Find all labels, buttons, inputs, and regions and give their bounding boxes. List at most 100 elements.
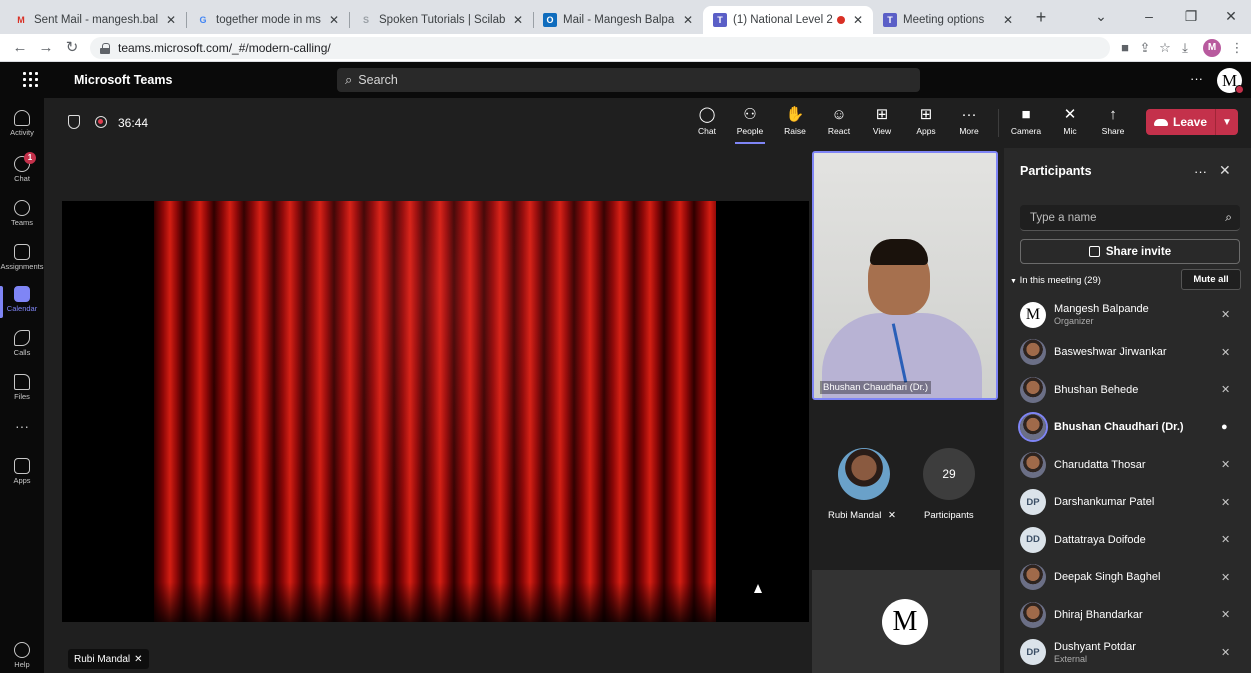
main-video-tile[interactable] bbox=[62, 201, 809, 622]
rail-item-calls[interactable]: Calls bbox=[0, 324, 44, 372]
mic-off-icon[interactable]: ✕ bbox=[1221, 608, 1230, 621]
more-options-icon[interactable]: ··· bbox=[1194, 164, 1207, 179]
browser-tab-teams-meeting[interactable]: T (1) National Level 2 week ✕ bbox=[703, 6, 873, 34]
raise-hand-button[interactable]: ✋ Raise bbox=[778, 106, 812, 136]
browser-tab-scilab[interactable]: S Spoken Tutorials | Scilab.in ✕ bbox=[349, 6, 533, 34]
mic-off-icon: ✕ bbox=[887, 510, 896, 521]
recording-indicator-icon bbox=[837, 16, 845, 24]
leave-main[interactable]: Leave bbox=[1146, 115, 1215, 129]
raise-label: Raise bbox=[784, 126, 806, 136]
in-meeting-section-toggle[interactable]: ▼ In this meeting (29) bbox=[1010, 275, 1101, 286]
close-icon[interactable]: ✕ bbox=[511, 13, 525, 27]
participant-row[interactable]: Charudatta Thosar ✕ bbox=[1004, 446, 1251, 484]
react-button[interactable]: ☺ React bbox=[822, 106, 856, 136]
tab-title: (1) National Level 2 week bbox=[733, 14, 833, 26]
rail-item-files[interactable]: Files bbox=[0, 368, 44, 416]
participant-row[interactable]: M Mangesh Balpande Organizer ✕ bbox=[1004, 296, 1251, 334]
mic-off-icon[interactable]: ✕ bbox=[1221, 496, 1230, 509]
close-icon[interactable]: ✕ bbox=[681, 13, 695, 27]
app-launcher-icon[interactable] bbox=[22, 71, 40, 89]
close-icon[interactable]: ✕ bbox=[164, 13, 178, 27]
mic-off-icon[interactable]: ✕ bbox=[1221, 308, 1230, 321]
share-page-icon[interactable]: ⇪ bbox=[1136, 39, 1154, 57]
mic-on-icon[interactable]: ● bbox=[1221, 421, 1228, 433]
close-icon[interactable]: ✕ bbox=[327, 13, 341, 27]
app-title: Microsoft Teams bbox=[74, 73, 173, 87]
browser-tab-meeting-options[interactable]: T Meeting options ✕ bbox=[873, 6, 1023, 34]
more-apps-icon[interactable]: ··· bbox=[0, 418, 44, 434]
participant-row[interactable]: Bhushan Behede ✕ bbox=[1004, 371, 1251, 409]
browser-tab-outlook[interactable]: O Mail - Mangesh Balpande - O ✕ bbox=[533, 6, 703, 34]
lock-icon bbox=[100, 42, 110, 54]
url-omnibox[interactable]: teams.microsoft.com/_#/modern-calling/ bbox=[90, 37, 1110, 59]
browser-tab-gmail[interactable]: M Sent Mail - mangesh.balpande ✕ bbox=[4, 6, 186, 34]
share-invite-icon bbox=[1088, 246, 1100, 257]
assignments-icon bbox=[14, 244, 30, 260]
camera-button[interactable]: ■ Camera bbox=[1009, 106, 1043, 136]
pinned-video-tile[interactable]: Bhushan Chaudhari (Dr.) bbox=[812, 151, 998, 400]
leave-button[interactable]: Leave ▼ bbox=[1146, 109, 1238, 135]
participant-row[interactable]: DD Dattatraya Doifode ✕ bbox=[1004, 521, 1251, 559]
browser-profile-avatar[interactable]: M bbox=[1203, 39, 1221, 57]
teams-search-input[interactable]: ⌕ Search bbox=[337, 68, 920, 92]
mouse-cursor-icon bbox=[754, 584, 762, 593]
participant-row[interactable]: Dhiraj Bhandarkar ✕ bbox=[1004, 596, 1251, 634]
chevron-down-icon[interactable]: ▼ bbox=[1216, 117, 1238, 128]
tab-search-icon[interactable]: ⌄ bbox=[1084, 5, 1118, 27]
participant-search-input[interactable] bbox=[1030, 211, 1226, 224]
browser-tab-google[interactable]: G together mode in ms teams - ✕ bbox=[186, 6, 349, 34]
mic-off-icon[interactable]: ✕ bbox=[1221, 571, 1230, 584]
participants-panel: Participants ··· ✕ ⌕ Share invite ▼ In t… bbox=[1004, 148, 1251, 673]
main-speaker-name-tag: Rubi Mandal ✕ bbox=[68, 649, 149, 669]
rail-label: Files bbox=[14, 392, 30, 401]
rail-item-activity[interactable]: Activity bbox=[0, 104, 44, 152]
rail-item-apps[interactable]: Apps bbox=[0, 452, 44, 500]
restore-icon[interactable]: ❐ bbox=[1174, 5, 1208, 27]
mic-off-icon[interactable]: ✕ bbox=[1221, 533, 1230, 546]
rail-item-calendar[interactable]: Calendar bbox=[0, 280, 44, 328]
reload-icon[interactable]: ↻ bbox=[62, 38, 82, 58]
more-button[interactable]: ··· More bbox=[952, 106, 986, 136]
view-button[interactable]: ⊞ View bbox=[865, 106, 899, 136]
user-avatar[interactable]: M bbox=[1217, 68, 1244, 94]
participant-row[interactable]: DP Darshankumar Patel ✕ bbox=[1004, 484, 1251, 522]
more-options-icon[interactable]: ··· bbox=[1190, 71, 1203, 86]
mic-off-icon[interactable]: ✕ bbox=[1221, 646, 1230, 659]
mute-all-button[interactable]: Mute all bbox=[1181, 269, 1241, 290]
close-icon[interactable]: ✕ bbox=[1001, 13, 1015, 27]
participant-search-field[interactable]: ⌕ bbox=[1020, 205, 1240, 231]
participant-row[interactable]: Basweshwar Jirwankar ✕ bbox=[1004, 334, 1251, 372]
mic-button[interactable]: ✕ Mic bbox=[1053, 106, 1087, 136]
rail-item-chat[interactable]: Chat 1 bbox=[0, 150, 44, 198]
rail-item-assignments[interactable]: Assignments bbox=[0, 238, 44, 286]
minimize-icon[interactable]: – bbox=[1132, 5, 1166, 27]
shield-icon[interactable] bbox=[68, 115, 80, 129]
participant-name: Deepak Singh Baghel bbox=[1054, 571, 1161, 584]
participant-row[interactable]: DP Dushyant Potdar External ✕ bbox=[1004, 634, 1251, 672]
close-icon[interactable]: ✕ bbox=[851, 13, 865, 27]
participant-count-bubble[interactable]: 29 bbox=[923, 448, 975, 500]
apps-button[interactable]: ⊞ Apps bbox=[909, 106, 943, 136]
window-close-icon[interactable]: ✕ bbox=[1214, 5, 1248, 27]
mic-off-icon[interactable]: ✕ bbox=[1221, 458, 1230, 471]
meeting-timer: 36:44 bbox=[118, 116, 149, 130]
participant-avatar-photo[interactable] bbox=[838, 448, 890, 500]
mic-off-icon[interactable]: ✕ bbox=[1221, 383, 1230, 396]
self-video-tile[interactable]: M bbox=[812, 570, 1000, 673]
close-icon[interactable]: ✕ bbox=[1219, 162, 1231, 179]
mic-off-icon[interactable]: ✕ bbox=[1221, 346, 1230, 359]
share-invite-button[interactable]: Share invite bbox=[1020, 239, 1240, 264]
chat-button[interactable]: ◯ Chat bbox=[690, 106, 724, 136]
browser-menu-icon[interactable]: ⋮ bbox=[1228, 39, 1246, 57]
share-button[interactable]: ↑ Share bbox=[1096, 106, 1130, 136]
rail-item-teams[interactable]: Teams bbox=[0, 194, 44, 242]
people-button[interactable]: ⚇ People bbox=[733, 106, 767, 144]
new-tab-button[interactable]: + bbox=[1030, 7, 1052, 29]
forward-icon[interactable]: → bbox=[36, 38, 56, 58]
back-icon[interactable]: ← bbox=[10, 38, 30, 58]
participant-row[interactable]: Bhushan Chaudhari (Dr.) ● bbox=[1004, 409, 1251, 447]
participant-row[interactable]: Deepak Singh Baghel ✕ bbox=[1004, 559, 1251, 597]
rail-item-help[interactable]: Help bbox=[0, 636, 44, 673]
bookmark-star-icon[interactable]: ☆ bbox=[1156, 39, 1174, 57]
camera-indicator-icon[interactable]: ■ bbox=[1116, 39, 1134, 57]
